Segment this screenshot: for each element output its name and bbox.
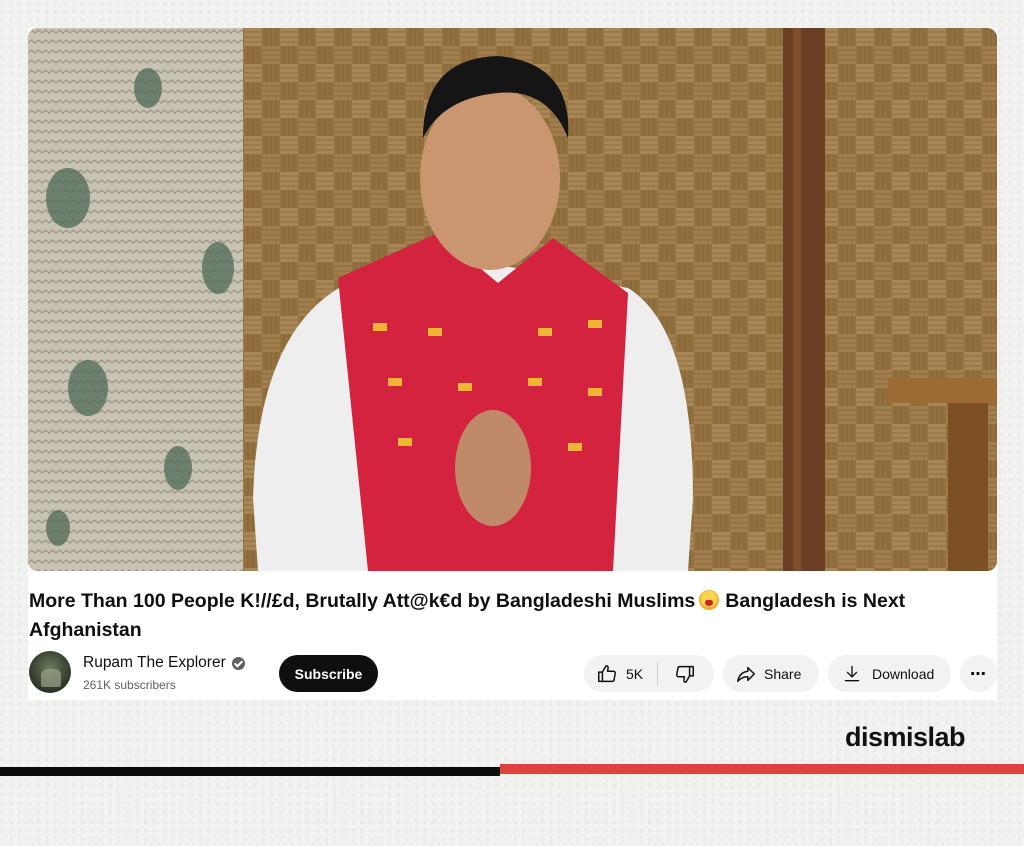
channel-avatar[interactable]: [29, 651, 71, 693]
dislike-button[interactable]: [658, 655, 712, 692]
like-button[interactable]: 5K: [584, 655, 657, 692]
verified-badge-icon: [231, 656, 245, 670]
download-label: Download: [872, 665, 935, 682]
video-owner-row: Rupam The Explorer 261K subscribers Subs…: [28, 650, 997, 696]
video-title-text: More Than 100 People K!//£d, Brutally At…: [29, 590, 696, 612]
brand-bar-black: [0, 767, 500, 776]
channel-name[interactable]: Rupam The Explorer: [83, 654, 226, 672]
subscribe-button[interactable]: Subscribe: [279, 655, 378, 692]
download-button[interactable]: Download: [828, 655, 951, 692]
download-icon: [842, 664, 862, 684]
youtube-watch-card: More Than 100 People K!//£d, Brutally At…: [28, 28, 997, 700]
thumbs-down-icon: [674, 663, 696, 685]
video-player[interactable]: [28, 28, 997, 571]
dismislab-logo: dismislab: [845, 722, 966, 752]
subscriber-count: 261K subscribers: [83, 678, 176, 692]
like-count: 5K: [626, 665, 644, 682]
share-button[interactable]: Share: [723, 655, 819, 692]
share-arrow-icon: [735, 663, 757, 685]
like-dislike-group: 5K: [584, 655, 714, 692]
video-frame-image: [28, 28, 997, 571]
video-title: More Than 100 People K!//£d, Brutally At…: [29, 587, 984, 645]
channel-name-row[interactable]: Rupam The Explorer: [83, 654, 245, 672]
thumbs-up-icon: [596, 663, 618, 685]
more-actions-icon[interactable]: ⋯: [960, 655, 997, 692]
brand-bar-red: [500, 764, 1024, 774]
share-label: Share: [764, 665, 802, 682]
crying-face-emoji-icon: [699, 590, 720, 610]
